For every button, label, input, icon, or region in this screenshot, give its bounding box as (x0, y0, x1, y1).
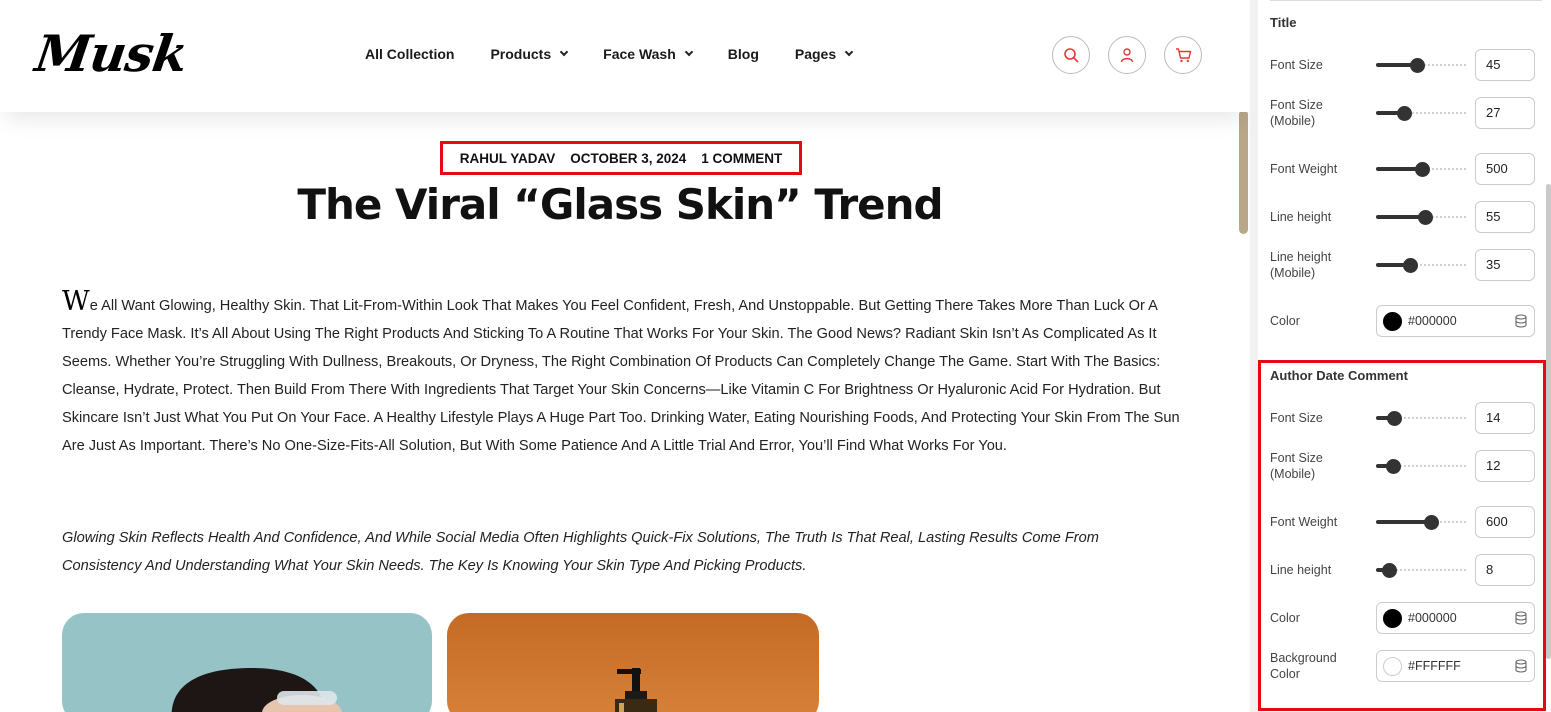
adc-line-height-input[interactable]: 8 (1475, 554, 1535, 586)
settings-panel: Title Font Size 45 Font Size (Mobile) 27… (1250, 0, 1551, 712)
color-swatch[interactable] (1383, 656, 1402, 676)
title-font-size-mobile-input[interactable]: 27 (1475, 97, 1535, 129)
color-value: #000000 (1408, 314, 1457, 328)
section-heading-title: Title (1270, 15, 1297, 30)
slider-handle[interactable] (1382, 563, 1397, 578)
slider-handle[interactable] (1397, 106, 1412, 121)
page-preview: Musk All Collection Products Face Wash B… (0, 0, 1250, 712)
title-line-height-slider[interactable] (1376, 207, 1468, 227)
database-icon[interactable] (1514, 314, 1528, 328)
post-date[interactable]: OCTOBER 3, 2024 (570, 151, 686, 166)
account-button[interactable] (1108, 36, 1146, 74)
post-italic-paragraph: Glowing Skin Reflects Health And Confide… (62, 530, 1099, 574)
database-icon[interactable] (1514, 611, 1528, 625)
title-font-weight-slider[interactable] (1376, 159, 1468, 179)
main-nav: All Collection Products Face Wash Blog P… (365, 46, 888, 62)
divider (1270, 0, 1542, 1)
adc-font-weight-slider[interactable] (1376, 512, 1468, 532)
post-image-face (62, 613, 432, 712)
line-height-mobile-label: Line height (Mobile) (1270, 250, 1332, 280)
post-meta: RAHUL YADAV OCTOBER 3, 2024 1 COMMENT (440, 141, 802, 175)
section-heading-author-date-comment: Author Date Comment (1270, 368, 1408, 383)
nav-item-label: Products (490, 46, 552, 62)
nav-item-products[interactable]: Products (490, 46, 569, 62)
cart-icon (1175, 48, 1191, 63)
nav-item-all-collection[interactable]: All Collection (365, 46, 454, 62)
post-image-pump-bottle (447, 613, 819, 712)
post-title: The Viral “Glass Skin” Trend (297, 180, 943, 229)
color-value: #000000 (1408, 611, 1457, 625)
slider-handle[interactable] (1424, 515, 1439, 530)
post-body: We All Want Glowing, Healthy Skin. That … (62, 288, 1182, 460)
chevron-down-icon (559, 47, 569, 57)
title-font-size-input[interactable]: 45 (1475, 49, 1535, 81)
nav-item-label: Pages (794, 46, 837, 62)
slider-handle[interactable] (1403, 258, 1418, 273)
nav-item-face-wash[interactable]: Face Wash (603, 46, 694, 62)
adc-font-size-mobile-slider[interactable] (1376, 456, 1468, 476)
nav-item-pages[interactable]: Pages (794, 46, 854, 62)
slider-handle[interactable] (1415, 162, 1430, 177)
chevron-down-icon (684, 47, 694, 57)
slider-handle[interactable] (1386, 459, 1401, 474)
slider-handle[interactable] (1418, 210, 1433, 225)
title-line-height-mobile-input[interactable]: 35 (1475, 249, 1535, 281)
adc-font-size-mobile-input[interactable]: 12 (1475, 450, 1535, 482)
site-header: Musk All Collection Products Face Wash B… (0, 0, 1250, 112)
cart-button[interactable] (1164, 36, 1202, 74)
adc-background-color-picker[interactable]: #FFFFFF (1376, 650, 1535, 682)
panel-scrollbar[interactable] (1546, 184, 1551, 659)
font-size-mobile-label: Font Size (Mobile) (1270, 451, 1323, 481)
font-size-label: Font Size (1270, 58, 1323, 72)
database-icon[interactable] (1514, 659, 1528, 673)
font-size-mobile-label: Font Size (Mobile) (1270, 98, 1323, 128)
line-height-label: Line height (1270, 563, 1332, 577)
slider-handle[interactable] (1387, 411, 1402, 426)
face-illustration (171, 668, 342, 712)
nav-item-blog[interactable]: Blog (728, 46, 759, 62)
search-icon (1064, 48, 1079, 63)
adc-line-height-slider[interactable] (1376, 560, 1468, 580)
search-button[interactable] (1052, 36, 1090, 74)
font-weight-label: Font Weight (1270, 515, 1338, 529)
font-size-label: Font Size (1270, 411, 1323, 425)
user-icon (1120, 48, 1134, 63)
title-font-weight-input[interactable]: 500 (1475, 153, 1535, 185)
post-comments[interactable]: 1 COMMENT (701, 151, 782, 166)
background-color-label: Background Color (1270, 651, 1337, 681)
nav-item-label: All Collection (365, 46, 455, 62)
title-color-picker[interactable]: #000000 (1376, 305, 1535, 337)
color-swatch[interactable] (1383, 608, 1402, 628)
title-line-height-input[interactable]: 55 (1475, 201, 1535, 233)
bottle-illustration (615, 668, 657, 712)
slider-handle[interactable] (1410, 58, 1425, 73)
color-swatch[interactable] (1383, 311, 1402, 331)
nav-item-label: Face Wash (603, 46, 676, 62)
adc-font-weight-input[interactable]: 600 (1475, 506, 1535, 538)
color-label: Color (1270, 611, 1300, 625)
dropcap: W (62, 286, 90, 317)
adc-font-size-input[interactable]: 14 (1475, 402, 1535, 434)
title-line-height-mobile-slider[interactable] (1376, 255, 1468, 275)
line-height-label: Line height (1270, 210, 1332, 224)
site-logo[interactable]: Musk (32, 24, 191, 83)
color-value: #FFFFFF (1408, 659, 1461, 673)
nav-item-label: Blog (727, 46, 759, 62)
post-body-text: e All Want Glowing, Healthy Skin. That L… (62, 298, 1180, 454)
font-weight-label: Font Weight (1270, 162, 1338, 176)
preview-scrollbar[interactable] (1239, 110, 1248, 234)
adc-color-picker[interactable]: #000000 (1376, 602, 1535, 634)
adc-font-size-slider[interactable] (1376, 408, 1468, 428)
post-author[interactable]: RAHUL YADAV (460, 151, 556, 166)
chevron-down-icon (844, 47, 854, 57)
title-font-size-mobile-slider[interactable] (1376, 103, 1468, 123)
title-font-size-slider[interactable] (1376, 55, 1468, 75)
color-label: Color (1270, 314, 1300, 328)
